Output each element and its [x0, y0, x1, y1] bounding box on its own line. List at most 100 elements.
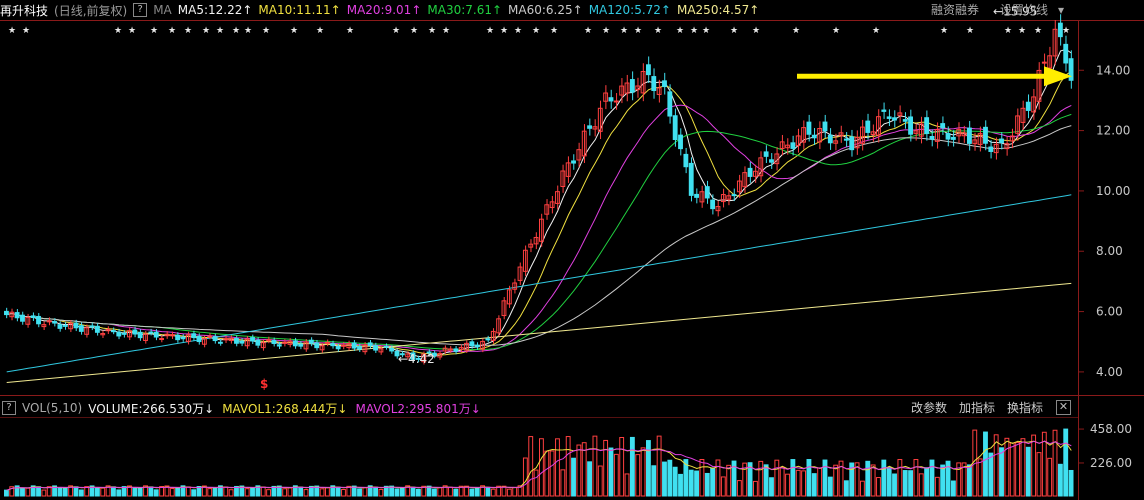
volume-bar: [169, 488, 175, 497]
volume-bar: [73, 486, 79, 497]
vol-values: VOLUME:266.530万↓ MAVOL1:268.444万↓ MAVOL2:2…: [88, 400, 489, 417]
price-axis-label: 8.00: [1096, 244, 1123, 258]
volume-bar: [528, 436, 534, 497]
event-star-icon: ★: [290, 26, 298, 36]
volume-bar: [876, 477, 881, 497]
volume-header: ? VOL(5,10) VOLUME:266.530万↓ MAVOL1:268.4…: [0, 398, 489, 418]
event-star-icon: ★: [792, 26, 800, 36]
switch-indicator-button[interactable]: 换指标: [1007, 398, 1043, 418]
ma-value-3: MA30:7.61↑: [427, 3, 503, 17]
volume-bar: [1047, 457, 1053, 497]
volume-bar: [918, 473, 924, 497]
margin-trading-button[interactable]: 融资融券: [931, 0, 979, 20]
volume-bar: [137, 487, 143, 497]
volume-bar: [870, 464, 876, 497]
volume-bar: [950, 480, 956, 497]
candle: [1025, 101, 1031, 111]
event-star-icon: ★: [114, 26, 122, 36]
volume-bar: [1063, 428, 1069, 497]
candle: [121, 332, 127, 335]
volume-bar: [640, 447, 646, 497]
price-axis-label: 14.00: [1096, 63, 1130, 77]
dividend-marker-icon: $: [260, 377, 268, 391]
candle: [865, 120, 871, 133]
ma-value-1: MA10:11.11↑: [258, 3, 341, 17]
candle: [967, 127, 972, 144]
candle: [924, 117, 930, 134]
ma5-line: [6, 48, 1072, 358]
candle: [180, 336, 186, 340]
event-star-icon: ★: [730, 26, 738, 36]
volume-bar: [410, 486, 416, 497]
event-star-icon: ★: [620, 26, 628, 36]
volume-bar: [806, 459, 812, 497]
kline-chart[interactable]: 14.00 12.00 10.00 8.00 6.00 4.00 458.00 226.00 ←…: [0, 0, 1144, 500]
extreme-label: ←4.42: [398, 352, 435, 366]
candle: [886, 116, 892, 119]
volume-bar: [4, 489, 9, 497]
stock-name[interactable]: 再升科技: [0, 2, 48, 19]
add-indicator-button[interactable]: 加指标: [959, 398, 995, 418]
volume-bar: [624, 473, 630, 497]
volume-bar: [453, 488, 459, 497]
volume-bar: [929, 459, 935, 497]
volume-bar: [394, 488, 400, 497]
chevron-down-icon[interactable]: ▾: [1058, 0, 1064, 20]
candle: [30, 315, 36, 318]
candle: [929, 135, 935, 140]
event-star-icon: ★: [128, 26, 136, 36]
volume-bar: [801, 470, 807, 497]
volume-bar: [908, 470, 914, 497]
volume-bar: [506, 488, 512, 497]
volume-bar: [1015, 442, 1021, 497]
highlight-arrow-head: [1044, 66, 1072, 87]
candle: [250, 337, 255, 342]
volume-bar: [576, 444, 582, 497]
candle: [325, 341, 330, 344]
candle: [52, 321, 58, 324]
volume-bar: [790, 459, 796, 497]
volume-bar: [191, 489, 197, 497]
volume-axis-label: 226.00: [1090, 456, 1132, 470]
volume-bar: [474, 486, 480, 497]
help-icon[interactable]: ?: [133, 3, 148, 17]
volume-bar: [1004, 437, 1010, 497]
volume-bar: [651, 465, 657, 497]
candle: [373, 345, 378, 351]
volume-bar: [207, 488, 213, 497]
volume-bar: [378, 488, 384, 497]
price-axis-label: 4.00: [1096, 365, 1123, 379]
volume-bar: [619, 436, 625, 497]
volume-bar: [549, 450, 555, 497]
help-icon[interactable]: ?: [2, 401, 16, 415]
period-mode[interactable]: (日线,前复权): [54, 2, 127, 19]
price-axis-label: 12.00: [1096, 124, 1130, 138]
volume-bar: [533, 469, 539, 497]
candle: [940, 123, 946, 129]
ma-value-0: MA5:12.22↑: [177, 3, 253, 17]
volume-bar: [736, 480, 742, 497]
volume-bar: [57, 487, 63, 497]
event-star-icon: ★: [428, 26, 436, 36]
volume-bar: [116, 489, 122, 497]
candle: [763, 151, 769, 157]
ma10-line: [6, 70, 1072, 356]
candle: [207, 335, 213, 338]
volume-bar: [587, 461, 593, 497]
event-star-icon: ★: [22, 26, 30, 36]
candle: [57, 324, 63, 329]
candle: [1063, 43, 1069, 64]
edit-params-button[interactable]: 改参数: [911, 398, 947, 418]
candle: [662, 80, 667, 88]
volume-bar: [897, 459, 903, 497]
volume-bar: [811, 473, 817, 497]
set-ma-button[interactable]: 设置均线: [1000, 0, 1048, 20]
close-icon[interactable]: ✕: [1056, 400, 1071, 415]
candle: [892, 117, 897, 121]
volume-bar: [1009, 442, 1015, 497]
candle: [694, 193, 700, 198]
candle: [335, 346, 341, 350]
volume-bar: [212, 487, 218, 497]
candle: [629, 79, 635, 93]
event-star-icon: ★: [532, 26, 540, 36]
